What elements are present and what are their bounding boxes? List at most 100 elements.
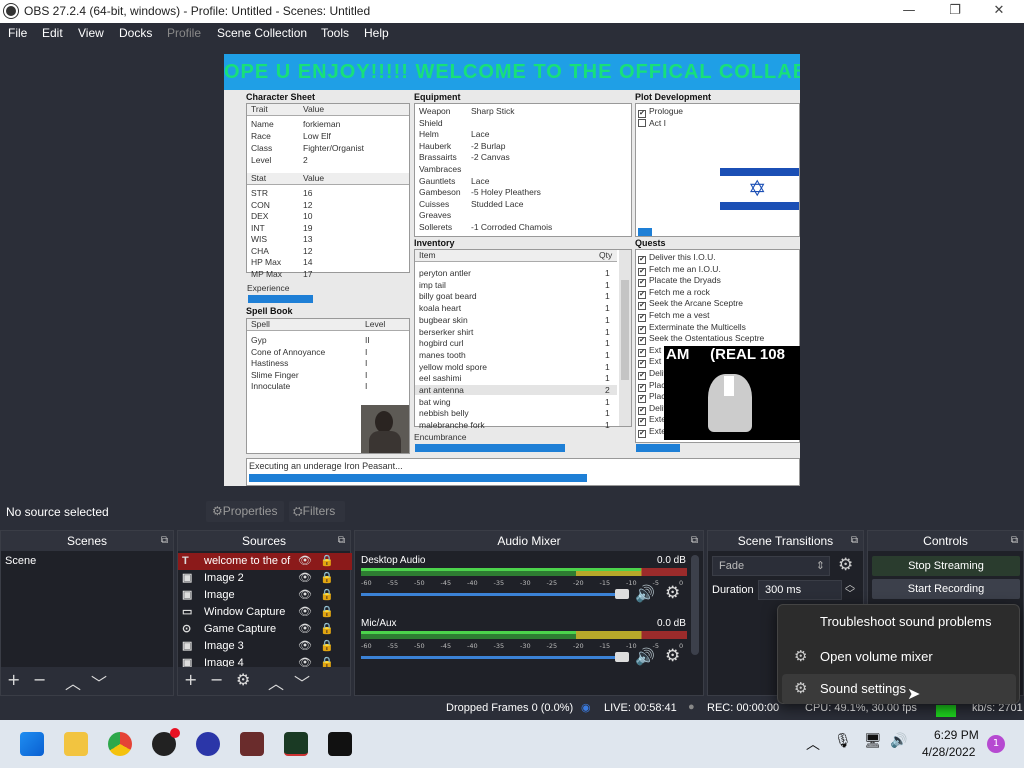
source-item[interactable]: Twelcome to the of 👁 🔒 bbox=[178, 553, 352, 570]
lock-icon[interactable]: 🔒 bbox=[320, 623, 334, 635]
start-button-icon[interactable] bbox=[20, 732, 44, 756]
inventory-row: imp tail 1 bbox=[415, 280, 617, 290]
eye-icon[interactable]: 👁 bbox=[298, 655, 320, 667]
menu-tools[interactable]: Tools bbox=[321, 26, 349, 40]
remove-scene-button[interactable]: − bbox=[33, 670, 46, 689]
plot-checkbox[interactable] bbox=[638, 118, 646, 127]
menu-bar: File Edit View Docks Profile Scene Colle… bbox=[0, 23, 1024, 44]
lock-icon[interactable]: 🔒 bbox=[320, 572, 334, 584]
channel-gear-icon[interactable]: ⚙ bbox=[665, 583, 680, 603]
meter-tick: -60 bbox=[361, 579, 372, 587]
source-label: welcome to the of bbox=[204, 555, 291, 567]
source-item[interactable]: ▭ Window Capture 👁 🔒 bbox=[178, 604, 352, 621]
quest-checkbox[interactable]: ✔ bbox=[638, 430, 646, 438]
close-button[interactable]: ✕ bbox=[976, 0, 1022, 23]
eye-icon[interactable]: 👁 bbox=[298, 621, 320, 638]
clock-date[interactable]: 4/28/2022 bbox=[922, 745, 975, 759]
eye-icon[interactable]: 👁 bbox=[298, 570, 320, 587]
trait-row: Class Fighter/Organist bbox=[251, 143, 364, 153]
move-down-icon[interactable]: ﹀ bbox=[91, 670, 107, 694]
speaker-icon[interactable]: 🔊 bbox=[635, 584, 655, 603]
network-icon[interactable]: 🖥 bbox=[864, 733, 882, 749]
eye-icon[interactable]: 👁 bbox=[298, 604, 320, 621]
chrome-icon[interactable] bbox=[108, 732, 132, 756]
menu-scene-collection[interactable]: Scene Collection bbox=[217, 26, 307, 40]
properties-button[interactable]: ⚙Properties bbox=[206, 501, 284, 522]
volume-slider[interactable] bbox=[361, 589, 629, 599]
equipment-item: -1 Corroded Chamois bbox=[471, 222, 553, 232]
stop-streaming-button[interactable]: Stop Streaming bbox=[872, 556, 1020, 576]
menu-edit[interactable]: Edit bbox=[42, 26, 63, 40]
maximize-button[interactable]: ❐ bbox=[932, 0, 978, 23]
menu-file[interactable]: File bbox=[8, 26, 27, 40]
obs-taskbar-icon[interactable] bbox=[152, 728, 180, 756]
menu-view[interactable]: View bbox=[78, 26, 104, 40]
sword-app-icon[interactable] bbox=[240, 732, 264, 756]
troubleshoot-sound-item[interactable]: Troubleshoot sound problems bbox=[782, 607, 1016, 637]
menu-profile[interactable]: Profile bbox=[167, 26, 201, 40]
menu-help[interactable]: Help bbox=[364, 26, 389, 40]
filters-button[interactable]: ⛭Filters bbox=[289, 501, 345, 522]
add-scene-button[interactable]: + bbox=[7, 670, 20, 689]
lock-icon[interactable]: 🔒 bbox=[320, 606, 334, 618]
inventory-qty: 1 bbox=[605, 373, 610, 384]
trait-value: Low Elf bbox=[303, 131, 331, 141]
mixer-scrollbar[interactable] bbox=[691, 555, 699, 655]
lock-icon[interactable]: 🔒 bbox=[320, 657, 334, 667]
eye-icon[interactable]: 👁 bbox=[298, 553, 320, 570]
source-item[interactable]: ▣ Image 👁 🔒 bbox=[178, 587, 352, 604]
transition-select[interactable]: Fade ⇕ bbox=[712, 556, 830, 576]
open-volume-mixer-item[interactable]: ⚙ Open volume mixer bbox=[782, 642, 1016, 672]
stat-name: CON bbox=[251, 199, 270, 210]
status-progress-bar bbox=[249, 474, 587, 482]
inventory-scrollbar[interactable] bbox=[619, 250, 631, 426]
volume-icon[interactable]: 🔊 bbox=[890, 733, 907, 749]
duration-input[interactable]: 300 ms bbox=[758, 580, 842, 600]
preview-canvas[interactable]: OPE U ENJOY!!!!! WELCOME TO THE OFFICAL … bbox=[224, 54, 800, 486]
eye-icon[interactable]: 👁 bbox=[298, 587, 320, 604]
move-down-icon[interactable]: ﹀ bbox=[294, 670, 310, 694]
window-title: OBS 27.2.4 (64-bit, windows) - Profile: … bbox=[24, 4, 371, 18]
start-recording-button[interactable]: Start Recording bbox=[872, 579, 1020, 599]
lock-icon[interactable]: 🔒 bbox=[320, 589, 334, 601]
remove-source-button[interactable]: − bbox=[210, 670, 223, 689]
clock-time[interactable]: 6:29 PM bbox=[934, 728, 979, 742]
source-item[interactable]: ▣ Image 3 👁 🔒 bbox=[178, 638, 352, 655]
lock-icon[interactable]: 🔒 bbox=[320, 640, 334, 652]
scene-item[interactable]: Scene bbox=[5, 553, 165, 570]
source-item[interactable]: ▣ Image 4 👁 🔒 bbox=[178, 655, 352, 667]
no-source-label: No source selected bbox=[6, 505, 109, 519]
add-source-button[interactable]: + bbox=[184, 670, 197, 689]
source-properties-gear-icon[interactable]: ⚙ bbox=[236, 670, 250, 689]
move-up-icon[interactable]: ︿ bbox=[268, 670, 284, 694]
source-item[interactable]: ▣ Image 2 👁 🔒 bbox=[178, 570, 352, 587]
minimize-button[interactable]: — bbox=[886, 0, 932, 23]
channel-gear-icon[interactable]: ⚙ bbox=[665, 646, 680, 666]
game-icon[interactable] bbox=[196, 732, 220, 756]
lock-icon[interactable]: 🔒 bbox=[320, 555, 334, 567]
volume-slider-handle[interactable] bbox=[615, 652, 629, 662]
volume-slider[interactable] bbox=[361, 652, 629, 662]
stat-row: INT 19 bbox=[251, 223, 312, 233]
monitor-app-icon[interactable] bbox=[284, 732, 308, 756]
speaker-icon[interactable]: 🔊 bbox=[635, 647, 655, 666]
terminal-icon[interactable] bbox=[328, 732, 352, 756]
inventory-qty: 1 bbox=[605, 349, 610, 360]
move-up-icon[interactable]: ︿ bbox=[65, 670, 81, 694]
stat-value: 17 bbox=[303, 268, 313, 279]
stat-value: 13 bbox=[303, 234, 313, 244]
microphone-icon[interactable]: 🎙 bbox=[834, 733, 852, 749]
volume-slider-handle[interactable] bbox=[615, 589, 629, 599]
trait-value: Fighter/Organist bbox=[303, 143, 364, 153]
eye-icon[interactable]: 👁 bbox=[298, 638, 320, 655]
menu-docks[interactable]: Docks bbox=[119, 26, 152, 40]
gear-icon: ⚙ bbox=[794, 648, 808, 665]
audio-mixer-title: Audio Mixer ⧉ bbox=[355, 531, 703, 551]
file-explorer-icon[interactable] bbox=[64, 732, 88, 756]
notification-badge[interactable]: 1 bbox=[987, 735, 1005, 753]
transition-gear-icon[interactable]: ⚙ bbox=[838, 555, 853, 575]
sound-settings-item[interactable]: ⚙ Sound settings bbox=[782, 674, 1016, 704]
duration-stepper[interactable]: ︿ ﹀ bbox=[845, 581, 855, 600]
source-item[interactable]: ⊙ Game Capture 👁 🔒 bbox=[178, 621, 352, 638]
chevron-up-icon[interactable]: ︿ bbox=[806, 734, 820, 754]
